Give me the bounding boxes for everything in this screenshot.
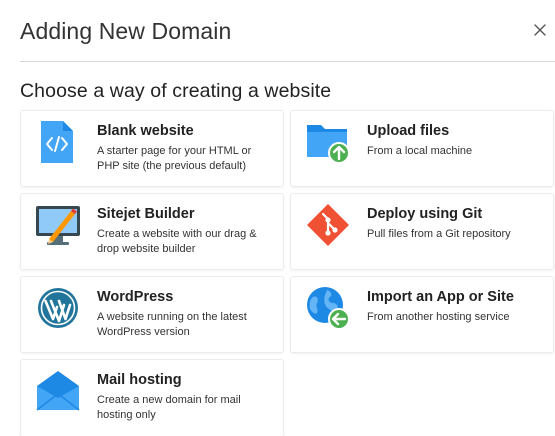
adding-new-domain-dialog: Adding New Domain Choose a way of creati…: [0, 0, 555, 436]
option-title: Mail hosting: [97, 372, 182, 388]
envelope-icon: [35, 368, 81, 414]
dialog-title: Adding New Domain: [20, 18, 232, 44]
option-description: A starter page for your HTML or PHP site…: [97, 145, 252, 172]
option-title: Import an App or Site: [367, 289, 514, 305]
option-wordpress[interactable]: WordPress A website running on the lates…: [21, 277, 283, 352]
option-upload-files[interactable]: Upload files From a local machine: [291, 111, 553, 186]
option-description: A website running on the latest WordPres…: [97, 311, 247, 338]
option-description: From another hosting service: [367, 311, 510, 323]
option-description: Pull files from a Git repository: [367, 228, 511, 240]
monitor-pencil-icon: [35, 202, 81, 248]
option-title: Blank website: [97, 123, 194, 139]
globe-import-icon: [305, 285, 351, 331]
option-description: Create a website with our drag & drop we…: [97, 228, 257, 255]
folder-upload-icon: [305, 119, 351, 165]
option-title: Deploy using Git: [367, 206, 483, 222]
wordpress-icon: [35, 285, 81, 331]
option-title: WordPress: [97, 289, 174, 305]
dialog-header: Adding New Domain: [20, 0, 555, 62]
close-icon: [534, 24, 546, 36]
option-title: Upload files: [367, 123, 450, 139]
option-deploy-using-git[interactable]: Deploy using Git Pull files from a Git r…: [291, 194, 553, 269]
git-icon: [305, 202, 351, 248]
option-description: From a local machine: [367, 145, 473, 157]
option-blank-website[interactable]: Blank website A starter page for your HT…: [21, 111, 283, 186]
option-description: Create a new domain for mail hosting onl…: [97, 394, 241, 421]
close-button[interactable]: [533, 23, 547, 37]
option-import-app-or-site[interactable]: Import an App or Site From another hosti…: [291, 277, 553, 352]
option-mail-hosting[interactable]: Mail hosting Create a new domain for mai…: [21, 360, 283, 436]
section-heading: Choose a way of creating a website: [20, 80, 332, 102]
option-sitejet-builder[interactable]: Sitejet Builder Create a website with ou…: [21, 194, 283, 269]
option-title: Sitejet Builder: [97, 206, 195, 222]
html-file-icon: [35, 119, 81, 165]
